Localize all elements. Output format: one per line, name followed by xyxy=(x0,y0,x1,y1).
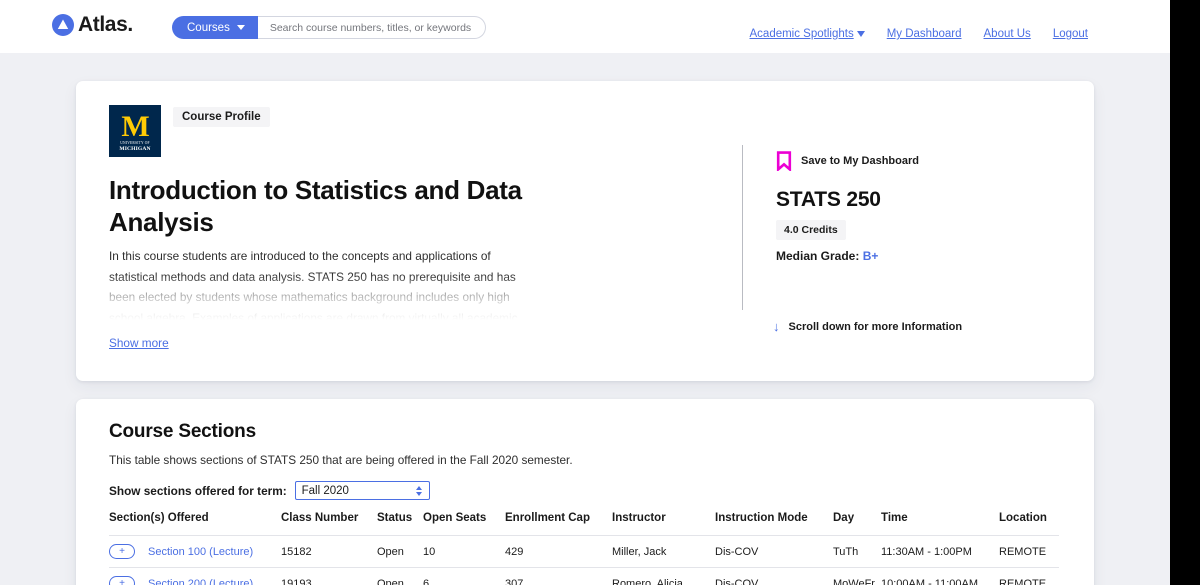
nav-logout[interactable]: Logout xyxy=(1053,28,1088,40)
cell-section: + Section 200 (Lecture) xyxy=(109,568,281,585)
cell-enrollment-cap: 307 xyxy=(505,568,612,585)
term-filter-row: Show sections offered for term: Fall 202… xyxy=(109,481,430,500)
median-grade-label: Median Grade: xyxy=(776,249,859,263)
column-header-location: Location xyxy=(999,512,1059,536)
section-link[interactable]: Section 200 (Lecture) xyxy=(148,578,253,585)
michigan-m-letter: M xyxy=(121,113,148,141)
expand-section-button[interactable]: + xyxy=(109,576,135,585)
page-viewport: Atlas. Courses Academic Spotlights My Da… xyxy=(0,0,1170,585)
cell-time: 10:00AM - 11:00AM xyxy=(881,568,999,585)
chevron-down-icon xyxy=(857,31,865,37)
course-profile-badge: Course Profile xyxy=(173,107,270,127)
cell-instructor: Miller, Jack xyxy=(612,536,715,568)
column-header-class-number: Class Number xyxy=(281,512,377,536)
cell-time: 11:30AM - 1:00PM xyxy=(881,536,999,568)
column-header-section: Section(s) Offered xyxy=(109,512,281,536)
cell-class-number: 19193 xyxy=(281,568,377,585)
header-nav: Academic Spotlights My Dashboard About U… xyxy=(750,28,1089,40)
bookmark-icon xyxy=(776,151,792,171)
course-description: In this course students are introduced t… xyxy=(109,246,529,320)
show-more-link[interactable]: Show more xyxy=(109,336,169,350)
cell-status: Open xyxy=(377,568,423,585)
column-header-status: Status xyxy=(377,512,423,536)
site-header: Atlas. Courses Academic Spotlights My Da… xyxy=(0,0,1170,53)
page-title: Introduction to Statistics and Data Anal… xyxy=(109,174,549,238)
cell-day: TuTh xyxy=(833,536,881,568)
logo-text: Atlas. xyxy=(78,14,133,36)
cell-day: MoWeFr xyxy=(833,568,881,585)
course-sections-subtitle: This table shows sections of STATS 250 t… xyxy=(109,453,573,467)
table-header-row: Section(s) Offered Class Number Status O… xyxy=(109,512,1059,536)
nav-my-dashboard[interactable]: My Dashboard xyxy=(887,28,962,40)
term-select-value: Fall 2020 xyxy=(302,485,349,497)
select-stepper-icon xyxy=(416,486,422,496)
cell-open-seats: 6 xyxy=(423,568,505,585)
column-header-day: Day xyxy=(833,512,881,536)
nav-about-us[interactable]: About Us xyxy=(984,28,1031,40)
search-input[interactable] xyxy=(258,16,486,39)
cell-location: REMOTE xyxy=(999,536,1059,568)
search-scope-label: Courses xyxy=(187,22,230,34)
cell-location: REMOTE xyxy=(999,568,1059,585)
table-row: + Section 100 (Lecture) 15182 Open 10 42… xyxy=(109,536,1059,568)
cell-enrollment-cap: 429 xyxy=(505,536,612,568)
save-to-dashboard-button[interactable]: Save to My Dashboard xyxy=(776,151,919,171)
median-grade: Median Grade: B+ xyxy=(776,249,878,263)
column-header-enrollment-cap: Enrollment Cap xyxy=(505,512,612,536)
course-code: STATS 250 xyxy=(776,188,881,212)
course-description-wrap: In this course students are introduced t… xyxy=(109,246,529,320)
cell-section: + Section 100 (Lecture) xyxy=(109,536,281,568)
scroll-down-hint-label: Scroll down for more Information xyxy=(789,321,963,333)
column-header-time: Time xyxy=(881,512,999,536)
course-sections-card: Course Sections This table shows section… xyxy=(76,399,1094,585)
atlas-logo[interactable]: Atlas. xyxy=(52,14,133,36)
cell-instruction-mode: Dis-COV xyxy=(715,536,833,568)
table-row: + Section 200 (Lecture) 19193 Open 6 307… xyxy=(109,568,1059,585)
cell-instructor: Romero, Alicia xyxy=(612,568,715,585)
section-link[interactable]: Section 100 (Lecture) xyxy=(148,546,253,558)
scroll-down-hint: ↓ Scroll down for more Information xyxy=(773,320,962,333)
atlas-triangle-logo-icon xyxy=(52,14,74,36)
arrow-down-icon: ↓ xyxy=(773,320,780,333)
nav-academic-spotlights-label: Academic Spotlights xyxy=(750,28,854,40)
median-grade-value: B+ xyxy=(863,249,879,263)
course-sections-title: Course Sections xyxy=(109,421,256,443)
vertical-divider xyxy=(742,145,743,310)
university-of-michigan-logo: M UNIVERSITY OF MICHIGAN xyxy=(109,105,161,157)
term-filter-label: Show sections offered for term: xyxy=(109,484,287,498)
column-header-instruction-mode: Instruction Mode xyxy=(715,512,833,536)
cell-instruction-mode: Dis-COV xyxy=(715,568,833,585)
search-group: Courses xyxy=(172,16,486,39)
cell-open-seats: 10 xyxy=(423,536,505,568)
save-to-dashboard-label: Save to My Dashboard xyxy=(801,155,919,167)
michigan-logo-line2: MICHIGAN xyxy=(119,146,150,153)
cell-class-number: 15182 xyxy=(281,536,377,568)
search-scope-button[interactable]: Courses xyxy=(172,16,258,39)
right-black-band xyxy=(1170,0,1200,585)
credits-badge: 4.0 Credits xyxy=(776,220,846,240)
expand-section-button[interactable]: + xyxy=(109,544,135,559)
column-header-open-seats: Open Seats xyxy=(423,512,505,536)
term-select[interactable]: Fall 2020 xyxy=(295,481,430,500)
sections-table: Section(s) Offered Class Number Status O… xyxy=(109,512,1059,585)
course-profile-card: M UNIVERSITY OF MICHIGAN Course Profile … xyxy=(76,81,1094,381)
nav-academic-spotlights[interactable]: Academic Spotlights xyxy=(750,28,865,40)
cell-status: Open xyxy=(377,536,423,568)
column-header-instructor: Instructor xyxy=(612,512,715,536)
chevron-down-icon xyxy=(237,25,245,30)
